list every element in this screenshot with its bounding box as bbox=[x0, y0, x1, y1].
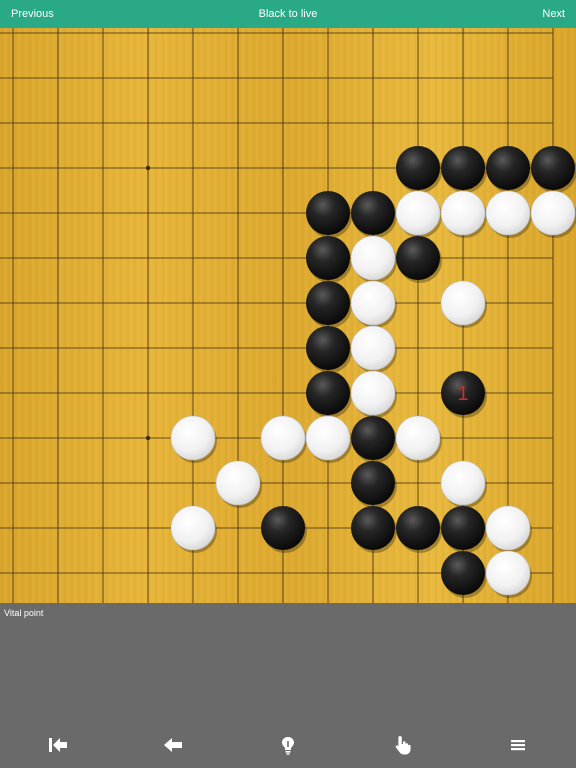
hand-pointer-icon bbox=[395, 736, 411, 755]
move-number-label: 1 bbox=[457, 383, 468, 405]
back-button[interactable] bbox=[159, 733, 187, 757]
first-move-button[interactable] bbox=[44, 733, 72, 757]
black-stone-body bbox=[396, 146, 440, 190]
black-stone-body bbox=[441, 506, 485, 550]
black-stone-body bbox=[306, 281, 350, 325]
white-stone-body bbox=[485, 505, 531, 551]
bottom-toolbar bbox=[0, 725, 576, 765]
white-stone-body bbox=[170, 415, 216, 461]
white-stone-body bbox=[215, 460, 261, 506]
black-stone-body bbox=[306, 191, 350, 235]
black-stone-body bbox=[261, 506, 305, 550]
board-canvas[interactable]: 1 bbox=[0, 28, 576, 603]
star-point bbox=[145, 435, 151, 441]
first-move-icon bbox=[49, 738, 67, 752]
next-button[interactable]: Next bbox=[542, 8, 565, 20]
black-stone-body bbox=[351, 416, 395, 460]
menu-button[interactable] bbox=[504, 733, 532, 757]
black-stone-body bbox=[486, 146, 530, 190]
black-stone-body bbox=[531, 146, 575, 190]
white-stone-body bbox=[440, 190, 486, 236]
white-stone-body bbox=[395, 415, 441, 461]
black-stone-body bbox=[396, 506, 440, 550]
problem-title: Black to live bbox=[258, 8, 318, 20]
black-stone-body bbox=[441, 551, 485, 595]
white-stone-body bbox=[440, 280, 486, 326]
black-stone-body bbox=[351, 191, 395, 235]
black-stone-body bbox=[306, 236, 350, 280]
star-point bbox=[145, 165, 151, 171]
white-stone-body bbox=[350, 370, 396, 416]
black-stone-body bbox=[396, 236, 440, 280]
white-stone-body bbox=[350, 325, 396, 371]
hint-button[interactable] bbox=[274, 733, 302, 757]
touch-button[interactable] bbox=[389, 733, 417, 757]
black-stone-body bbox=[351, 461, 395, 505]
white-stone-body bbox=[350, 280, 396, 326]
white-stone-body bbox=[305, 415, 351, 461]
black-stone-body bbox=[351, 506, 395, 550]
white-stone-body bbox=[440, 460, 486, 506]
back-arrow-icon bbox=[164, 738, 182, 752]
menu-icon bbox=[511, 740, 525, 751]
black-stone-body bbox=[306, 326, 350, 370]
white-stone-body bbox=[395, 190, 441, 236]
lightbulb-icon bbox=[282, 737, 294, 755]
app-window: Previous Black to live Next 1 Vital poin… bbox=[0, 0, 576, 768]
black-stone-body bbox=[306, 371, 350, 415]
go-board[interactable]: 1 bbox=[0, 28, 576, 603]
white-stone-body bbox=[485, 550, 531, 596]
white-stone-body bbox=[485, 190, 531, 236]
white-stone-body bbox=[350, 235, 396, 281]
black-stone-body bbox=[441, 146, 485, 190]
top-bar: Previous Black to live Next bbox=[0, 0, 576, 28]
white-stone-body bbox=[260, 415, 306, 461]
white-stone-body bbox=[170, 505, 216, 551]
comment-text: Vital point bbox=[4, 608, 44, 618]
white-stone-body bbox=[530, 190, 576, 236]
